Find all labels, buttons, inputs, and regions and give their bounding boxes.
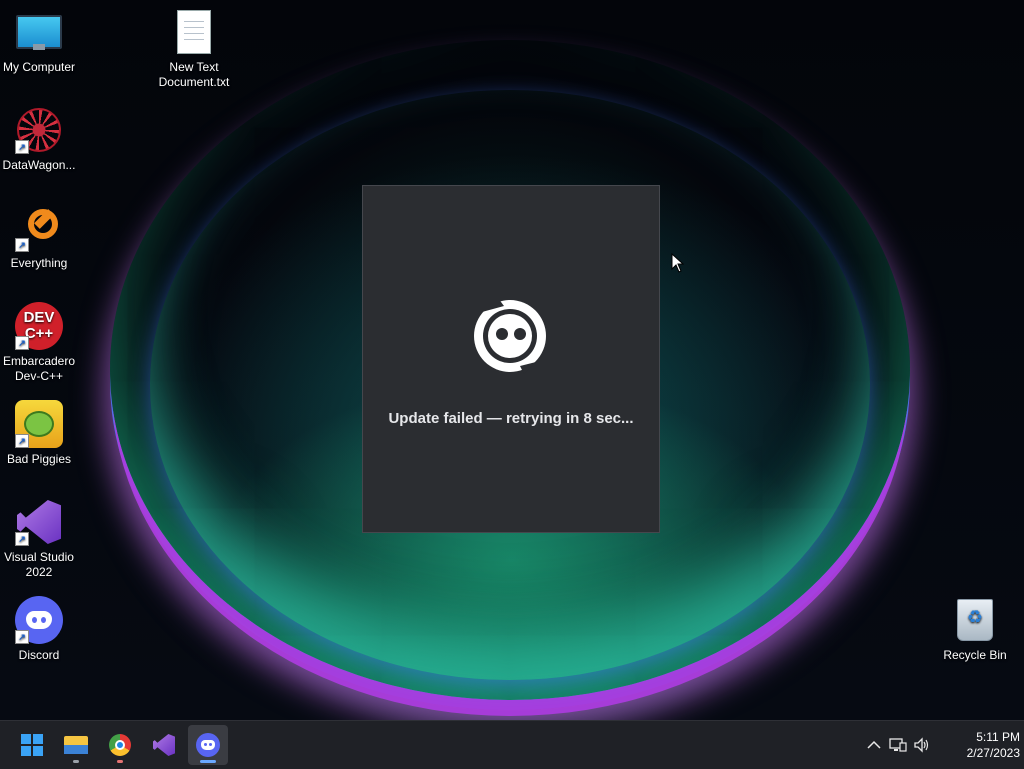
discord-updater-logo — [474, 298, 546, 374]
desktop-icon-new-text-document[interactable]: New Text Document.txt — [155, 8, 233, 90]
recycle-bin-icon: ♻ — [957, 599, 993, 641]
shortcut-arrow-icon: ↗ — [15, 140, 29, 154]
taskbar-chrome[interactable] — [100, 725, 140, 765]
desktop-icon-label: New Text Document.txt — [158, 60, 230, 89]
desktop-icon-recycle-bin[interactable]: ♻ Recycle Bin — [936, 596, 1014, 663]
desktop-icon-visual-studio[interactable]: ↗ Visual Studio 2022 — [0, 498, 78, 580]
desktop-icon-datawagon[interactable]: ↗ DataWagon... — [0, 106, 78, 173]
shortcut-arrow-icon: ↗ — [15, 532, 29, 546]
update-status-message: Update failed — retrying in 8 sec... — [388, 410, 634, 427]
taskbar-discord[interactable] — [188, 725, 228, 765]
windows-start-icon — [21, 734, 43, 756]
start-button[interactable] — [12, 725, 52, 765]
desktop-icon-devcpp[interactable]: DEV C++ ↗ Embarcadero Dev-C++ — [0, 302, 78, 384]
desktop-icon-label: Bad Piggies — [6, 452, 72, 466]
clock-date: 2/27/2023 — [966, 746, 1020, 760]
desktop-icon-label: My Computer — [2, 60, 76, 74]
shortcut-arrow-icon: ↗ — [15, 630, 29, 644]
shortcut-arrow-icon: ↗ — [15, 238, 29, 252]
discord-updater-window[interactable]: Update failed — retrying in 8 sec... — [362, 185, 660, 533]
desktop-icon-label: Everything — [10, 256, 68, 270]
desktop-icon-everything[interactable]: ↗ Everything — [0, 204, 78, 271]
text-file-icon — [177, 10, 211, 54]
chevron-up-icon[interactable] — [862, 733, 886, 757]
clock-time: 5:11 PM — [976, 730, 1020, 744]
desktop-icon-my-computer[interactable]: My Computer — [0, 8, 78, 75]
desktop-icon-label: Visual Studio 2022 — [4, 550, 74, 579]
desktop-icon-bad-piggies[interactable]: ↗ Bad Piggies — [0, 400, 78, 467]
desktop-icon-discord[interactable]: ↗ Discord — [0, 596, 78, 663]
folder-icon — [64, 736, 88, 754]
taskbar-clock[interactable]: 5:11 PM 2/27/2023 — [940, 729, 1020, 761]
desktop-icon-label: Embarcadero Dev-C++ — [2, 354, 76, 383]
system-tray — [862, 721, 934, 769]
mouse-cursor-icon — [671, 253, 685, 273]
discord-icon — [196, 733, 220, 757]
chrome-icon — [109, 734, 131, 756]
network-icon[interactable] — [886, 733, 910, 757]
everything-search-icon — [28, 209, 58, 239]
taskbar-visual-studio[interactable] — [144, 725, 184, 765]
volume-icon[interactable] — [910, 733, 934, 757]
shortcut-arrow-icon: ↗ — [15, 336, 29, 350]
shortcut-arrow-icon: ↗ — [15, 434, 29, 448]
taskbar-file-explorer[interactable] — [56, 725, 96, 765]
taskbar: 5:11 PM 2/27/2023 — [0, 720, 1024, 769]
visual-studio-icon — [153, 734, 175, 756]
desktop-icon-label: DataWagon... — [2, 158, 76, 172]
desktop-icon-label: Recycle Bin — [943, 648, 1007, 662]
desktop-icon-label: Discord — [18, 648, 60, 662]
